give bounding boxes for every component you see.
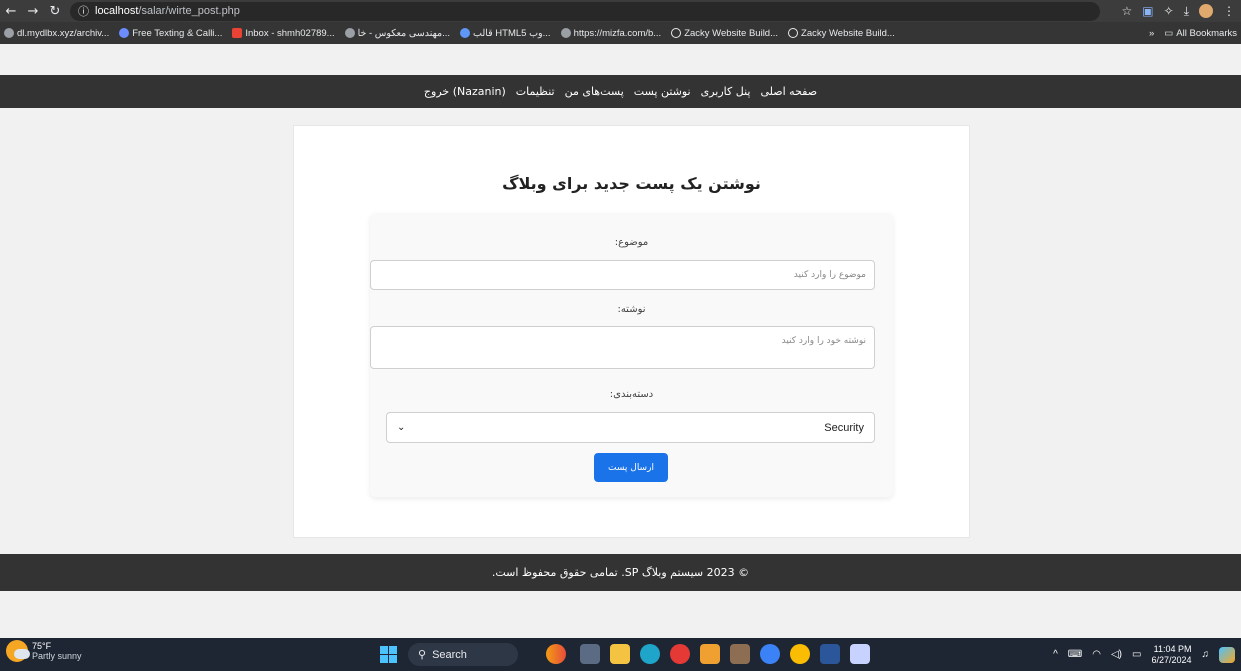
telegram-icon[interactable] xyxy=(760,644,780,664)
url-path: /salar/wirte_post.php xyxy=(138,5,240,17)
category-value: Security xyxy=(824,421,864,434)
chevron-up-icon[interactable]: ^ xyxy=(1053,649,1058,660)
page-title: نوشتن یک پست جدید برای وبلاگ xyxy=(502,174,761,193)
bookmark-item[interactable]: dl.mydlbx.xyz/archiv... xyxy=(4,28,109,39)
reload-icon[interactable]: ↻ xyxy=(44,0,66,22)
taskbar: 75°F Partly sunny ⚲ Search ^ ⌨ ◠ ◁) ▭ 11… xyxy=(0,638,1241,671)
translate-icon[interactable]: ▣ xyxy=(1142,4,1153,18)
keyboard-language-icon[interactable]: ⌨ xyxy=(1068,649,1082,660)
file-explorer-icon[interactable] xyxy=(610,644,630,664)
app-icon[interactable] xyxy=(730,644,750,664)
download-icon[interactable]: ⤓ xyxy=(1184,4,1189,19)
chrome-icon[interactable] xyxy=(790,644,810,664)
bookmark-item[interactable]: Inbox - shmh02789... xyxy=(232,28,335,39)
nav-logout[interactable]: (Nazanin) خروج xyxy=(424,85,506,98)
battery-icon[interactable]: ▭ xyxy=(1132,649,1141,660)
nav-user-panel[interactable]: پنل کاربری xyxy=(701,85,751,98)
nav-my-posts[interactable]: پست‌های من xyxy=(565,85,624,98)
taskbar-search[interactable]: ⚲ Search xyxy=(408,643,518,666)
category-label: دسته‌بندی: xyxy=(609,389,654,400)
all-bookmarks[interactable]: ▭ All Bookmarks xyxy=(1164,28,1237,39)
menu-icon[interactable]: ⋮ xyxy=(1223,4,1235,18)
xampp-icon[interactable] xyxy=(700,644,720,664)
nav-settings[interactable]: تنظیمات xyxy=(516,85,555,98)
temperature: 75°F xyxy=(32,641,52,651)
bookmark-item[interactable]: Zacky Website Build... xyxy=(788,28,895,39)
nav-write-post[interactable]: نوشتن پست xyxy=(634,85,691,98)
bookmark-item[interactable]: Zacky Website Build... xyxy=(671,28,778,39)
profile-avatar-icon[interactable] xyxy=(1199,4,1213,18)
site-nav: صفحه اصلی پنل کاربری نوشتن پست پست‌های م… xyxy=(0,75,1241,108)
edge-icon[interactable] xyxy=(640,644,660,664)
submit-post-button[interactable]: ارسال پست xyxy=(594,453,668,482)
site-footer: © 2023 سیستم وبلاگ SP. تمامی حقوق محفوظ … xyxy=(0,554,1241,591)
bookmark-item[interactable]: مهندسی معکوس - خا... xyxy=(344,28,450,39)
nav-home[interactable]: صفحه اصلی xyxy=(760,85,817,98)
app-icon[interactable] xyxy=(670,644,690,664)
bookmark-star-icon[interactable]: ☆ xyxy=(1122,4,1133,18)
extensions-icon[interactable]: ✧ xyxy=(1164,4,1174,18)
browser-toolbar: ← → ↻ ⓘ localhost/salar/wirte_post.php ☆… xyxy=(0,0,1241,22)
category-select[interactable]: ⌄ Security xyxy=(386,412,875,443)
site-info-icon[interactable]: ⓘ xyxy=(78,3,89,19)
app-icon[interactable] xyxy=(546,644,566,664)
folder-icon: ▭ xyxy=(1164,27,1174,39)
copilot-icon[interactable] xyxy=(1219,646,1235,663)
subject-input[interactable] xyxy=(370,260,875,290)
copyright-text: © 2023 سیستم وبلاگ SP. تمامی حقوق محفوظ … xyxy=(491,566,750,579)
more-bookmarks-icon[interactable]: » xyxy=(1149,28,1154,39)
taskview-icon[interactable] xyxy=(580,644,600,664)
bookmarks-bar: dl.mydlbx.xyz/archiv... Free Texting & C… xyxy=(0,22,1241,44)
post-form: موضوع: نوشته: دسته‌بندی: ⌄ Security ارسا… xyxy=(370,213,893,497)
bookmark-item[interactable]: https://mizfa.com/b... xyxy=(560,28,661,39)
url-host: localhost xyxy=(95,5,139,17)
weather-text: Partly sunny xyxy=(32,651,82,661)
bookmark-item[interactable]: Free Texting & Calli... xyxy=(119,28,222,39)
search-icon: ⚲ xyxy=(418,649,427,661)
bookmark-item[interactable]: قالب HTML5 وب... xyxy=(460,28,551,39)
subject-label: موضوع: xyxy=(614,237,649,248)
clock[interactable]: 11:04 PM 6/27/2024 xyxy=(1151,644,1191,666)
chevron-down-icon: ⌄ xyxy=(397,422,406,433)
back-icon[interactable]: ← xyxy=(0,0,22,22)
app-icon[interactable] xyxy=(850,644,870,664)
weather-widget[interactable]: 75°F Partly sunny xyxy=(6,640,82,662)
word-icon[interactable] xyxy=(820,644,840,664)
start-icon[interactable] xyxy=(380,646,397,663)
weather-icon xyxy=(6,640,30,662)
system-tray: ^ ⌨ ◠ ◁) ▭ 11:04 PM 6/27/2024 ♫ xyxy=(1053,638,1235,671)
body-textarea[interactable] xyxy=(370,326,875,369)
speaker-icon[interactable]: ◁) xyxy=(1111,649,1122,660)
wifi-icon[interactable]: ◠ xyxy=(1092,649,1101,660)
post-card: نوشتن یک پست جدید برای وبلاگ موضوع: نوشت… xyxy=(293,125,970,538)
notification-bell-icon[interactable]: ♫ xyxy=(1202,649,1210,660)
forward-icon[interactable]: → xyxy=(22,0,44,22)
body-label: نوشته: xyxy=(617,304,646,315)
address-bar[interactable]: ⓘ localhost/salar/wirte_post.php xyxy=(70,1,1100,21)
